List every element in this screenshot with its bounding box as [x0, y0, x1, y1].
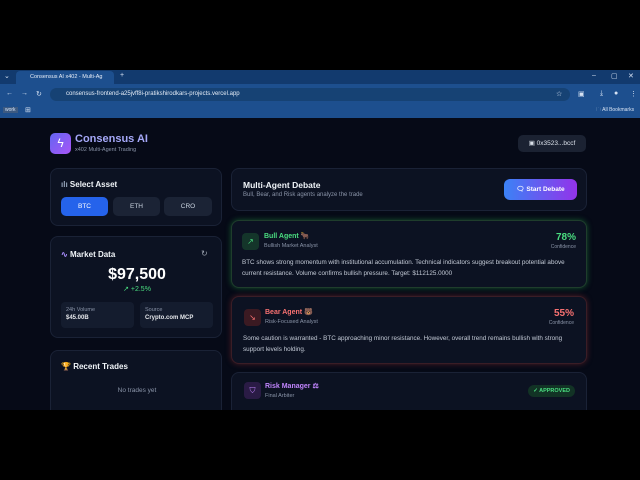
activity-icon: ∿	[61, 250, 68, 259]
address-bar[interactable]: consensus-frontend-a25jvff8i-pratikshiro…	[50, 88, 570, 101]
volume-box: 24h Volume $45.00B	[61, 302, 134, 328]
apps-icon[interactable]: ⊞	[25, 106, 31, 114]
debate-subtitle: Bull, Bear, and Risk agents analyze the …	[243, 192, 363, 198]
recent-trades-card: 🏆 Recent Trades No trades yet	[50, 350, 222, 410]
price: $97,500	[108, 266, 166, 283]
bull-argument: BTC shows strong momentum with instituti…	[242, 259, 565, 277]
profile-avatar[interactable]: ●	[614, 90, 618, 97]
new-tab-icon[interactable]: +	[120, 72, 124, 79]
volume-label: 24h Volume	[66, 307, 96, 313]
bull-agent-name: Bull Agent 🐂	[264, 233, 310, 240]
source-label: Source	[145, 307, 163, 313]
no-trades-text: No trades yet	[117, 387, 157, 394]
price-change-value: +2.5%	[130, 286, 151, 293]
volume-value: $45.00B	[66, 315, 89, 321]
select-asset-title: Select Asset	[69, 180, 118, 189]
extensions-icon[interactable]: ▣	[578, 90, 585, 98]
source-box: Source Crypto.com MCP	[140, 302, 213, 328]
bookmark-star-icon[interactable]: ☆	[556, 90, 562, 98]
all-bookmarks-label: All Bookmarks	[602, 107, 635, 113]
trophy-icon: 🏆	[61, 362, 71, 371]
asset-eth-button[interactable]: ETH	[113, 197, 160, 216]
price-change: ↗ +2.5%	[123, 286, 151, 293]
forward-icon[interactable]: →	[21, 90, 28, 97]
reload-icon[interactable]: ↻	[36, 90, 42, 98]
bull-confidence: 78%	[555, 232, 576, 243]
bar-chart-icon: ılı	[61, 180, 68, 189]
asset-cro-button[interactable]: CRO	[164, 197, 212, 216]
bear-confidence: 55%	[553, 308, 574, 319]
source-value: Crypto.com MCP	[145, 315, 194, 321]
app-page: ϟ Consensus AI x402 Multi-Agent Trading …	[0, 118, 640, 410]
browser-tab[interactable]: Consensus AI x402 - Multi-Ag	[16, 71, 114, 84]
download-icon[interactable]: ⤓	[600, 90, 603, 98]
bear-confidence-label: Confidence	[548, 320, 574, 326]
trending-up-icon: ↗	[242, 233, 259, 250]
start-debate-label: Start Debate	[526, 186, 565, 193]
browser-chrome: ⌄ Consensus AI x402 - Multi-Ag + – ▢ ✕ ←…	[0, 70, 640, 118]
risk-manager-role: Final Arbiter	[265, 393, 295, 399]
logo-bolt-icon: ϟ	[50, 133, 71, 154]
start-debate-button[interactable]: 🗨 Start Debate	[504, 179, 577, 200]
bookmark-work[interactable]: work	[3, 107, 18, 113]
url-text: consensus-frontend-a25jvff8i-pratikshiro…	[66, 91, 240, 97]
bull-confidence-label: Confidence	[550, 244, 576, 250]
risk-manager-name: Risk Manager ⚖	[265, 383, 319, 390]
bear-agent-name: Bear Agent 🐻	[265, 309, 313, 316]
wallet-button[interactable]: ▣ 0x3523...bccf	[518, 135, 586, 152]
asset-btc-button[interactable]: BTC	[61, 197, 108, 216]
market-data-card: ∿ Market Data ↻ $97,500 ↗ +2.5% 24h Volu…	[50, 236, 222, 338]
approved-badge: ✓ APPROVED	[528, 385, 575, 397]
market-title: Market Data	[69, 250, 116, 259]
wallet-address: 0x3523...bccf	[536, 140, 576, 147]
back-icon[interactable]: ←	[6, 90, 13, 97]
shield-icon: ⛉	[244, 382, 261, 399]
bull-agent-role: Bullish Market Analyst	[264, 243, 318, 249]
all-bookmarks[interactable]: 🗀 All Bookmarks	[596, 107, 634, 115]
close-icon[interactable]: ✕	[628, 72, 634, 80]
minimize-icon[interactable]: –	[592, 72, 596, 79]
recent-trades-title: Recent Trades	[73, 362, 128, 371]
maximize-icon[interactable]: ▢	[611, 72, 618, 80]
bear-agent-card: ↘ Bear Agent 🐻 Risk-Focused Analyst 55% …	[231, 296, 587, 364]
select-asset-card: ılı Select Asset BTC ETH CRO	[50, 168, 222, 226]
bear-agent-role: Risk-Focused Analyst	[265, 319, 318, 325]
app-subtitle: x402 Multi-Agent Trading	[75, 147, 137, 153]
trending-down-icon: ↘	[244, 309, 261, 326]
debate-header-card: Multi-Agent Debate Bull, Bear, and Risk …	[231, 168, 587, 211]
bear-argument: Some caution is warranted - BTC approach…	[243, 335, 563, 353]
tab-list-icon[interactable]: ⌄	[4, 72, 10, 80]
refresh-icon[interactable]: ↻	[201, 249, 208, 258]
risk-manager-card: ⛉ Risk Manager ⚖ Final Arbiter ✓ APPROVE…	[231, 372, 587, 410]
tab-title: Consensus AI x402 - Multi-Ag	[30, 74, 103, 80]
approved-status: APPROVED	[539, 388, 570, 394]
bull-agent-card: ↗ Bull Agent 🐂 Bullish Market Analyst 78…	[231, 220, 587, 288]
menu-icon[interactable]: ⋮	[630, 90, 637, 98]
debate-title: Multi-Agent Debate	[243, 180, 321, 190]
app-title: Consensus AI	[75, 133, 148, 145]
